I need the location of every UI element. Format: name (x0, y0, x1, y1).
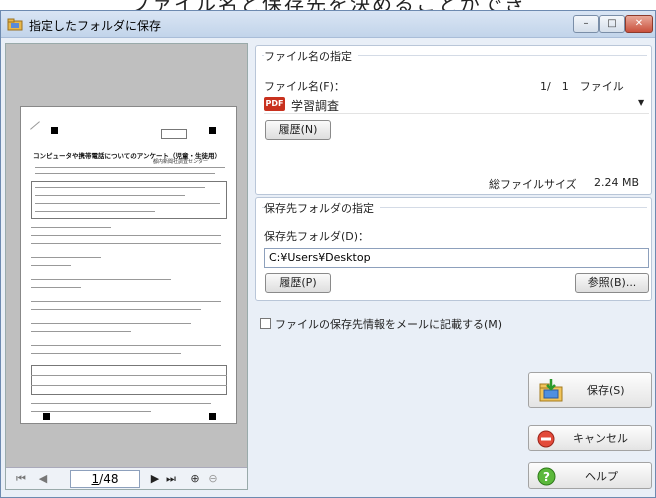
cancel-button[interactable]: キャンセル (528, 425, 652, 451)
filename-group: ファイル名の指定 ファイル名(F)： 1/ 1 ファイル PDF 学習調査 ▼ … (255, 45, 652, 195)
last-page-icon[interactable]: ⏭ (164, 471, 178, 487)
preview-pane: コンピュータや携帯電話についてのアンケート（児童・生徒用） 都内新聞社調査センタ… (5, 43, 248, 490)
folder-group-title: 保存先フォルダの指定 (264, 200, 380, 216)
title-bar: 指定したフォルダに保存 – □ ✕ (1, 11, 655, 38)
cancel-icon (537, 430, 555, 448)
top-caption: ファイル名と保存先を決めることができ (0, 0, 656, 10)
filename-combo[interactable]: PDF 学習調査 ▼ (264, 96, 649, 114)
preview-table (31, 365, 227, 395)
file-counter: 1/ 1 ファイル (540, 80, 624, 93)
window-title: 指定したフォルダに保存 (29, 19, 162, 33)
app-icon (7, 18, 23, 31)
save-label: 保存(S) (587, 384, 625, 397)
zoom-in-icon[interactable]: ⊕ (186, 471, 204, 487)
filename-group-title: ファイル名の指定 (264, 48, 358, 64)
folder-history-button[interactable]: 履歴(P) (265, 273, 331, 293)
cancel-label: キャンセル (573, 432, 628, 445)
zoom-out-icon[interactable]: ⊖ (204, 471, 222, 487)
preview-text: 都内新聞社調査センター (153, 159, 209, 165)
save-button[interactable]: 保存(S) (528, 372, 652, 408)
help-button[interactable]: ? ヘルプ (528, 462, 652, 489)
registration-mark (51, 127, 58, 134)
close-button[interactable]: ✕ (625, 15, 653, 33)
prev-page-icon[interactable]: ◀ (36, 471, 50, 487)
registration-mark (209, 127, 216, 134)
folder-label: 保存先フォルダ(D)： (264, 230, 370, 243)
current-page: 1 (91, 472, 100, 486)
registration-mark (43, 413, 50, 420)
save-dialog: 指定したフォルダに保存 – □ ✕ コンピュータや携帯電話についてのアンケート（… (0, 10, 656, 498)
help-label: ヘルプ (585, 469, 618, 483)
svg-text:?: ? (543, 470, 550, 484)
maximize-button[interactable]: □ (599, 15, 625, 33)
minimize-button[interactable]: – (573, 15, 599, 33)
folder-group: 保存先フォルダの指定 保存先フォルダ(D)： C:¥Users¥Desktop … (255, 197, 652, 301)
caption-text: ファイル名と保存先を決めることができ (130, 0, 526, 10)
help-icon: ? (537, 467, 556, 486)
page-total: /48 (99, 472, 119, 486)
save-folder-icon (539, 379, 563, 402)
next-page-icon[interactable]: ▶ (148, 471, 162, 487)
total-size-label: 総ファイルサイズ (489, 178, 577, 191)
email-checkbox[interactable] (260, 318, 271, 329)
pdf-icon: PDF (264, 97, 285, 111)
page-navigation: ⏮ ◀ 1/48 ▶ ⏭ ⊕ ⊖ (6, 467, 247, 489)
first-page-icon[interactable]: ⏮ (14, 471, 28, 487)
scan-mark (30, 121, 40, 130)
filename-value: 学習調査 (291, 99, 340, 113)
preview-page[interactable]: コンピュータや携帯電話についてのアンケート（児童・生徒用） 都内新聞社調査センタ… (20, 106, 237, 424)
chevron-down-icon[interactable]: ▼ (638, 98, 644, 107)
browse-button[interactable]: 参照(B)... (575, 273, 649, 293)
filename-history-button[interactable]: 履歴(N) (265, 120, 331, 140)
qr-box (161, 129, 187, 139)
folder-path-input[interactable]: C:¥Users¥Desktop (264, 248, 649, 268)
total-size-value: 2.24 MB (594, 176, 640, 189)
page-number-input[interactable]: 1/48 (70, 470, 140, 488)
email-option-label[interactable]: ファイルの保存先情報をメールに記載する(M) (275, 316, 502, 332)
filename-label: ファイル名(F)： (264, 80, 345, 93)
registration-mark (209, 413, 216, 420)
